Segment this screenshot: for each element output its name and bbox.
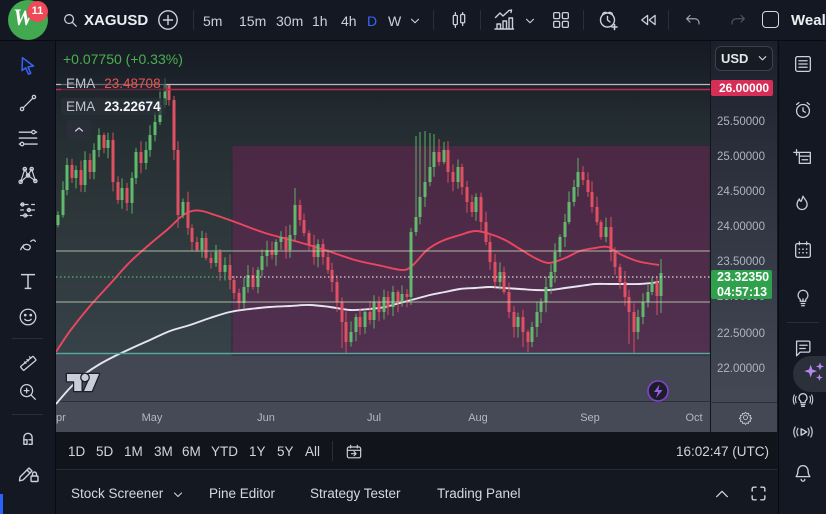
svg-text:pr: pr [56, 412, 66, 424]
svg-text:Jun: Jun [257, 412, 275, 424]
svg-text:Oct: Oct [685, 412, 702, 424]
svg-text:May: May [142, 412, 163, 424]
svg-text:Aug: Aug [468, 412, 488, 424]
svg-text:Sep: Sep [580, 412, 600, 424]
svg-text:Jul: Jul [367, 412, 381, 424]
